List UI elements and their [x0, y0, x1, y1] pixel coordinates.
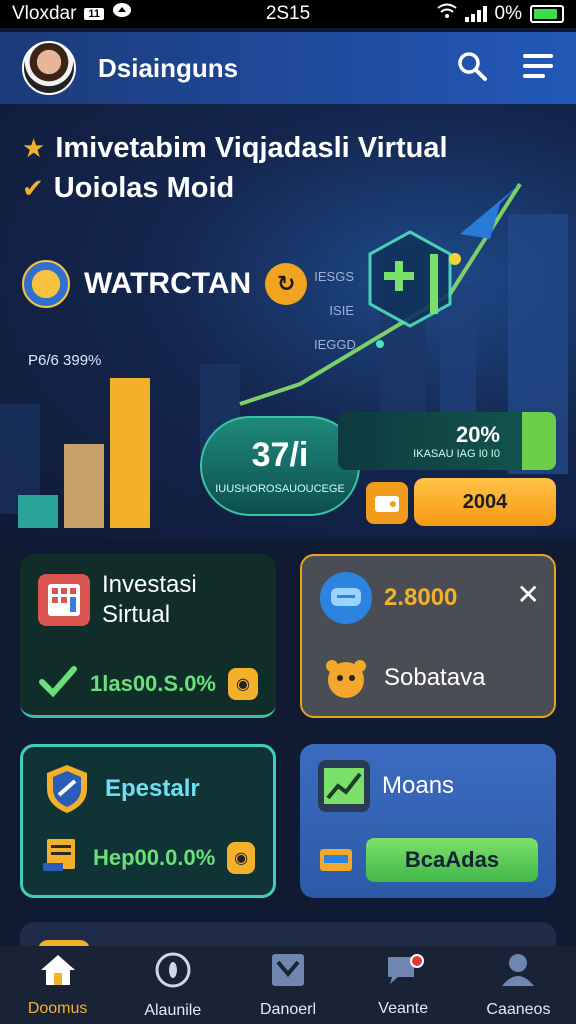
hero-bullet-2: ✔ Uoiolas Moid [22, 172, 235, 204]
check-icon: ✔ [22, 173, 44, 203]
notification-badge [409, 954, 424, 968]
wallet-icon[interactable] [366, 482, 408, 524]
ledger-icon [41, 837, 81, 878]
brand-name: WATRCTAN [84, 267, 252, 300]
brand-row: WATRCTAN ↻ [22, 260, 308, 308]
trend-chart-icon [318, 760, 370, 812]
nav-item-explore[interactable]: Alaunile [115, 946, 230, 1024]
wifi-icon [436, 3, 457, 25]
pill-value: 37/i [251, 436, 309, 474]
page-title: Dsiainguns [98, 52, 239, 83]
search-icon[interactable] [456, 50, 488, 87]
mascot-icon [320, 652, 372, 704]
card-sobatava[interactable]: 2.8000 ✕ Sobatava [300, 554, 556, 718]
app-bar: Dsiainguns [0, 32, 576, 104]
status-bar: Vloxdar 11 2S15 0% [0, 0, 576, 28]
battery-icon [530, 5, 564, 23]
amount-button[interactable]: 2004 [414, 478, 556, 526]
pill-caption: IUUSHOROSAUOUCEGE [215, 483, 345, 495]
signal-icon [464, 6, 487, 22]
card-subtitle: Sirtual [102, 601, 171, 628]
compass-icon [154, 951, 192, 994]
card-epestalr[interactable]: Epestalr Hep00.0.0% ◉ [20, 744, 276, 898]
card-title: Investasi [102, 571, 197, 598]
card-investasi[interactable]: Investasi Sirtual 1las00.S.0% ◉ [20, 554, 276, 718]
bottom-nav: Doomus Alaunile Danoerl Veante Caaneos [0, 946, 576, 1024]
calculator-icon [38, 574, 90, 626]
inbox-icon [270, 952, 306, 993]
hero-bar [64, 444, 104, 528]
robot-icon[interactable]: ◉ [227, 667, 258, 700]
check-icon [38, 664, 78, 703]
card-title: Epestalr [105, 775, 200, 802]
value-pill[interactable]: 37/i IUUSHOROSAUOUCEGE [200, 416, 360, 516]
carrier: Vloxdar 11 [12, 2, 132, 26]
card-value: Hep00.0.0% [93, 844, 216, 870]
close-icon[interactable]: ✕ [517, 578, 540, 611]
bar-illustration [18, 378, 150, 528]
stat-caption: IKASAU IAG I0 I0 [413, 448, 500, 460]
globe-coin-icon [22, 260, 70, 308]
wallet-icon [318, 843, 354, 878]
nav-item-profile[interactable]: Caaneos [461, 946, 576, 1024]
stat-bar [522, 412, 556, 470]
nav-item-chat[interactable]: Veante [346, 946, 461, 1024]
hero-banner: ★ Imivetabim Viqjadasli Virtual ✔ Uoiola… [0, 104, 576, 540]
action-button[interactable]: BcaAdas [366, 838, 538, 882]
shield-icon [41, 763, 93, 815]
refresh-icon[interactable]: ↻ [265, 263, 308, 305]
hero-bar [18, 495, 58, 528]
card-moans[interactable]: Moans BcaAdas [300, 744, 556, 898]
star-icon: ★ [22, 133, 46, 163]
home-icon [39, 953, 77, 992]
stat-percent: 20% [455, 422, 500, 447]
card-label: Sobatava [384, 664, 486, 691]
card-title: Moans [382, 772, 455, 799]
nav-item-home[interactable]: Doomus [0, 946, 115, 1024]
stat-box: 20% IKASAU IAG I0 I0 [338, 412, 556, 470]
chat-bubble-icon [320, 572, 372, 624]
notification-icon [112, 2, 132, 26]
carrier-name: Vloxdar [12, 3, 77, 24]
hero-bar [110, 378, 150, 528]
side-labels: IESGS ISIE IEGGD [314, 269, 356, 352]
battery-text: 0% [494, 3, 522, 24]
menu-icon[interactable] [522, 52, 554, 85]
robot-icon[interactable]: ◉ [227, 841, 255, 874]
sim-badge: 11 [84, 8, 105, 20]
avatar[interactable] [22, 41, 76, 95]
card-value: 2.8000 [384, 584, 458, 611]
card-value: 1las00.S.0% [90, 670, 216, 696]
profile-icon [500, 952, 536, 993]
nav-item-inbox[interactable]: Danoerl [230, 946, 345, 1024]
hero-bullet-1: ★ Imivetabim Viqjadasli Virtual [22, 132, 448, 164]
